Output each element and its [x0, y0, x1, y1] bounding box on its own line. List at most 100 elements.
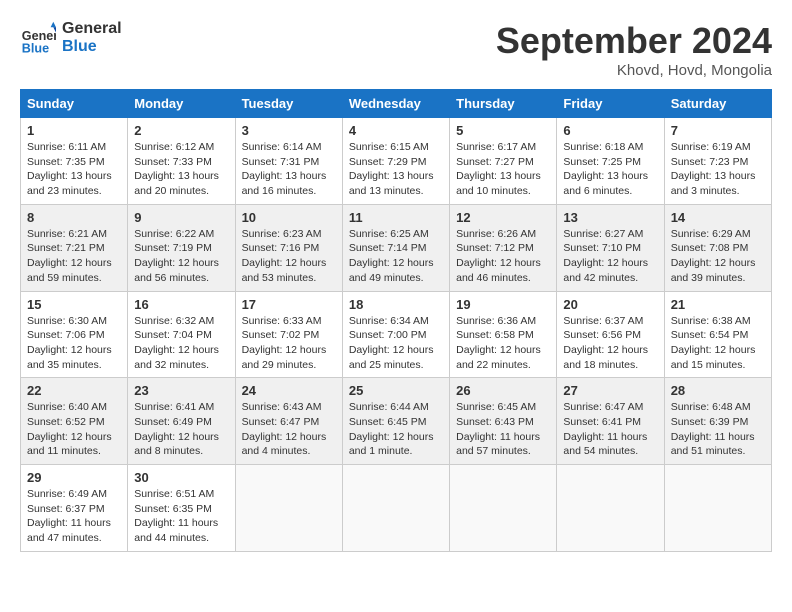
day-number: 7 — [671, 123, 765, 138]
calendar-cell: 28Sunrise: 6:48 AMSunset: 6:39 PMDayligh… — [664, 378, 771, 465]
calendar-cell: 14 Sunrise: 6:29 AMSunset: 7:08 PMDayligh… — [664, 204, 771, 291]
day-detail: Sunrise: 6:33 AMSunset: 7:02 PMDaylight:… — [242, 315, 327, 371]
day-number: 12 — [456, 210, 550, 225]
calendar-cell: 11 Sunrise: 6:25 AMSunset: 7:14 PMDayligh… — [342, 204, 449, 291]
calendar-cell: 22 Sunrise: 6:40 AMSunset: 6:52 PMDayligh… — [21, 378, 128, 465]
day-number: 10 — [242, 210, 336, 225]
weekday-friday: Friday — [557, 90, 664, 118]
logo-text-general: General — [62, 20, 122, 38]
calendar-cell: 25Sunrise: 6:44 AMSunset: 6:45 PMDayligh… — [342, 378, 449, 465]
day-number: 30 — [134, 470, 228, 485]
day-detail: Sunrise: 6:48 AMSunset: 6:39 PMDaylight:… — [671, 401, 755, 457]
day-detail: Sunrise: 6:14 AMSunset: 7:31 PMDaylight:… — [242, 141, 327, 197]
day-number: 21 — [671, 297, 765, 312]
calendar-cell: 27Sunrise: 6:47 AMSunset: 6:41 PMDayligh… — [557, 378, 664, 465]
calendar-cell: 16 Sunrise: 6:32 AMSunset: 7:04 PMDayligh… — [128, 291, 235, 378]
calendar-cell: 15 Sunrise: 6:30 AMSunset: 7:06 PMDayligh… — [21, 291, 128, 378]
calendar-cell: 26 Sunrise: 6:45 AMSunset: 6:43 PMDayligh… — [450, 378, 557, 465]
day-detail: Sunrise: 6:41 AMSunset: 6:49 PMDaylight:… — [134, 401, 219, 457]
day-detail: Sunrise: 6:30 AMSunset: 7:06 PMDaylight:… — [27, 315, 112, 371]
calendar-cell: 17 Sunrise: 6:33 AMSunset: 7:02 PMDayligh… — [235, 291, 342, 378]
month-title: September 2024 — [496, 20, 772, 62]
day-detail: Sunrise: 6:19 AMSunset: 7:23 PMDaylight:… — [671, 141, 756, 197]
day-number: 23 — [134, 383, 228, 398]
day-number: 9 — [134, 210, 228, 225]
day-number: 20 — [563, 297, 657, 312]
day-number: 24 — [242, 383, 336, 398]
day-number: 16 — [134, 297, 228, 312]
calendar-cell — [342, 465, 449, 552]
location-subtitle: Khovd, Hovd, Mongolia — [496, 62, 772, 79]
calendar-cell: 20Sunrise: 6:37 AMSunset: 6:56 PMDayligh… — [557, 291, 664, 378]
day-number: 13 — [563, 210, 657, 225]
weekday-tuesday: Tuesday — [235, 90, 342, 118]
day-number: 18 — [349, 297, 443, 312]
day-number: 5 — [456, 123, 550, 138]
calendar-cell: 29Sunrise: 6:49 AMSunset: 6:37 PMDayligh… — [21, 465, 128, 552]
day-detail: Sunrise: 6:47 AMSunset: 6:41 PMDaylight:… — [563, 401, 647, 457]
calendar-cell: 23 Sunrise: 6:41 AMSunset: 6:49 PMDayligh… — [128, 378, 235, 465]
title-block: September 2024 Khovd, Hovd, Mongolia — [496, 20, 772, 79]
day-number: 14 — [671, 210, 765, 225]
weekday-header-row: SundayMondayTuesdayWednesdayThursdayFrid… — [21, 90, 772, 118]
day-detail: Sunrise: 6:11 AMSunset: 7:35 PMDaylight:… — [27, 141, 112, 197]
day-detail: Sunrise: 6:43 AMSunset: 6:47 PMDaylight:… — [242, 401, 327, 457]
day-detail: Sunrise: 6:23 AMSunset: 7:16 PMDaylight:… — [242, 228, 327, 284]
day-detail: Sunrise: 6:32 AMSunset: 7:04 PMDaylight:… — [134, 315, 219, 371]
day-number: 11 — [349, 210, 443, 225]
day-detail: Sunrise: 6:29 AMSunset: 7:08 PMDaylight:… — [671, 228, 756, 284]
day-detail: Sunrise: 6:17 AMSunset: 7:27 PMDaylight:… — [456, 141, 541, 197]
day-number: 6 — [563, 123, 657, 138]
day-detail: Sunrise: 6:38 AMSunset: 6:54 PMDaylight:… — [671, 315, 756, 371]
day-number: 17 — [242, 297, 336, 312]
week-row-5: 29Sunrise: 6:49 AMSunset: 6:37 PMDayligh… — [21, 465, 772, 552]
calendar-cell: 4 Sunrise: 6:15 AMSunset: 7:29 PMDaylight… — [342, 118, 449, 205]
calendar-cell — [235, 465, 342, 552]
day-detail: Sunrise: 6:40 AMSunset: 6:52 PMDaylight:… — [27, 401, 112, 457]
day-number: 3 — [242, 123, 336, 138]
calendar-body: 1 Sunrise: 6:11 AMSunset: 7:35 PMDaylight… — [21, 118, 772, 552]
day-number: 26 — [456, 383, 550, 398]
day-detail: Sunrise: 6:45 AMSunset: 6:43 PMDaylight:… — [456, 401, 540, 457]
calendar-cell: 12Sunrise: 6:26 AMSunset: 7:12 PMDayligh… — [450, 204, 557, 291]
calendar-cell: 19Sunrise: 6:36 AMSunset: 6:58 PMDayligh… — [450, 291, 557, 378]
calendar-cell: 9 Sunrise: 6:22 AMSunset: 7:19 PMDaylight… — [128, 204, 235, 291]
week-row-2: 8Sunrise: 6:21 AMSunset: 7:21 PMDaylight… — [21, 204, 772, 291]
calendar-cell: 6 Sunrise: 6:18 AMSunset: 7:25 PMDaylight… — [557, 118, 664, 205]
calendar-cell: 24 Sunrise: 6:43 AMSunset: 6:47 PMDayligh… — [235, 378, 342, 465]
svg-text:Blue: Blue — [22, 41, 49, 55]
week-row-3: 15 Sunrise: 6:30 AMSunset: 7:06 PMDayligh… — [21, 291, 772, 378]
calendar-cell: 2Sunrise: 6:12 AMSunset: 7:33 PMDaylight… — [128, 118, 235, 205]
calendar-cell: 13Sunrise: 6:27 AMSunset: 7:10 PMDayligh… — [557, 204, 664, 291]
weekday-saturday: Saturday — [664, 90, 771, 118]
logo: General Blue General Blue — [20, 20, 122, 56]
day-number: 2 — [134, 123, 228, 138]
weekday-monday: Monday — [128, 90, 235, 118]
day-detail: Sunrise: 6:49 AMSunset: 6:37 PMDaylight:… — [27, 488, 111, 544]
calendar-cell: 8Sunrise: 6:21 AMSunset: 7:21 PMDaylight… — [21, 204, 128, 291]
day-number: 8 — [27, 210, 121, 225]
page-header: General Blue General Blue September 2024… — [20, 20, 772, 79]
logo-icon: General Blue — [20, 20, 56, 56]
day-number: 15 — [27, 297, 121, 312]
week-row-4: 22 Sunrise: 6:40 AMSunset: 6:52 PMDayligh… — [21, 378, 772, 465]
weekday-thursday: Thursday — [450, 90, 557, 118]
day-number: 1 — [27, 123, 121, 138]
calendar-cell: 21 Sunrise: 6:38 AMSunset: 6:54 PMDayligh… — [664, 291, 771, 378]
day-number: 22 — [27, 383, 121, 398]
weekday-wednesday: Wednesday — [342, 90, 449, 118]
calendar-cell: 7 Sunrise: 6:19 AMSunset: 7:23 PMDaylight… — [664, 118, 771, 205]
day-detail: Sunrise: 6:22 AMSunset: 7:19 PMDaylight:… — [134, 228, 219, 284]
calendar-cell: 3 Sunrise: 6:14 AMSunset: 7:31 PMDaylight… — [235, 118, 342, 205]
calendar-cell — [557, 465, 664, 552]
calendar-cell — [450, 465, 557, 552]
logo-text-blue: Blue — [62, 38, 122, 56]
day-detail: Sunrise: 6:44 AMSunset: 6:45 PMDaylight:… — [349, 401, 434, 457]
calendar-cell: 18Sunrise: 6:34 AMSunset: 7:00 PMDayligh… — [342, 291, 449, 378]
day-detail: Sunrise: 6:25 AMSunset: 7:14 PMDaylight:… — [349, 228, 434, 284]
day-detail: Sunrise: 6:18 AMSunset: 7:25 PMDaylight:… — [563, 141, 648, 197]
calendar-cell: 10 Sunrise: 6:23 AMSunset: 7:16 PMDayligh… — [235, 204, 342, 291]
day-detail: Sunrise: 6:15 AMSunset: 7:29 PMDaylight:… — [349, 141, 434, 197]
calendar-cell: 30Sunrise: 6:51 AMSunset: 6:35 PMDayligh… — [128, 465, 235, 552]
day-number: 4 — [349, 123, 443, 138]
